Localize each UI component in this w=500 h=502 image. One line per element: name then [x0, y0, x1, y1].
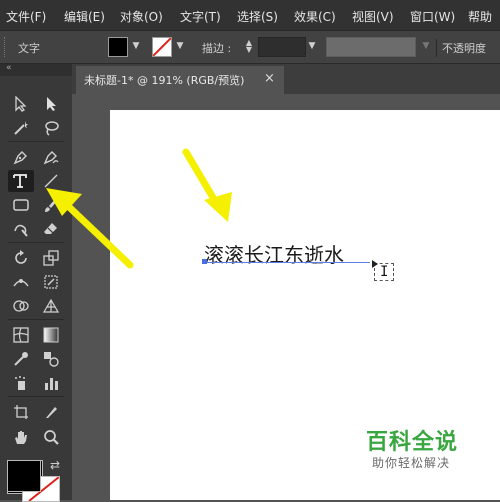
arrow-to-type-tool-icon: [46, 188, 134, 269]
watermark-title: 百科全说: [366, 430, 459, 455]
arrow-to-text-icon: [182, 148, 232, 222]
watermark-subtitle: 助你轻松解决: [372, 456, 451, 470]
